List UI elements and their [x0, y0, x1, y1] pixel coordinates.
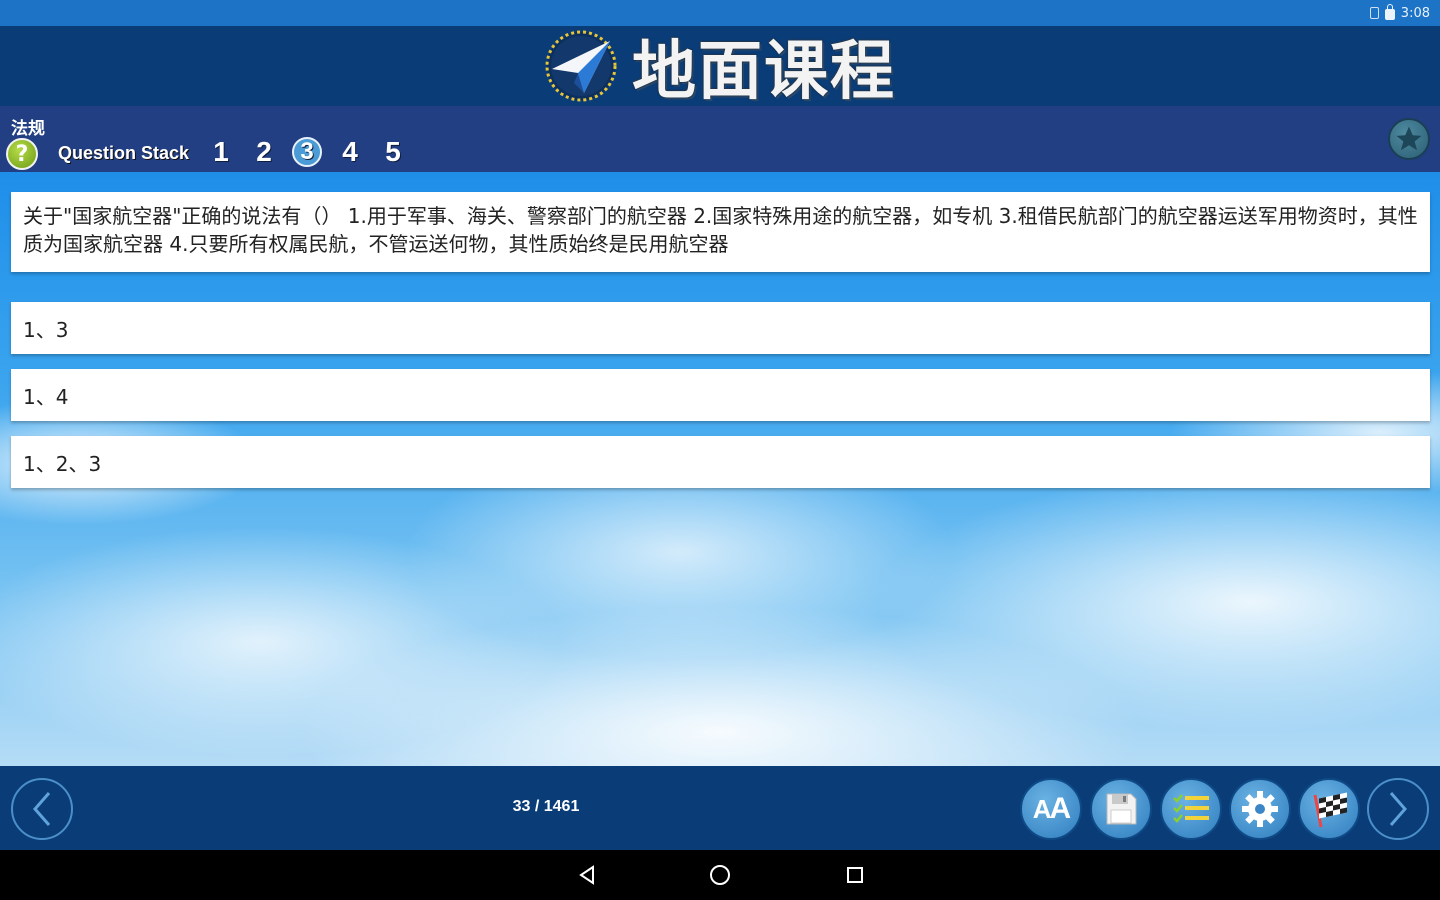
floppy-disk-icon — [1106, 793, 1137, 825]
sim-card-icon — [1369, 7, 1379, 19]
question-stack: 1 2 3 4 5 — [206, 136, 408, 168]
page-counter: 33 / 1461 — [512, 798, 580, 815]
answer-option-1[interactable]: 1、3 — [11, 302, 1430, 354]
help-icon[interactable]: ? — [6, 138, 38, 170]
checklist-icon — [1173, 794, 1209, 823]
system-recents-button[interactable] — [842, 862, 868, 888]
question-number-5[interactable]: 5 — [378, 136, 408, 168]
question-number-4[interactable]: 4 — [335, 136, 365, 168]
category-label: 法规 — [11, 119, 45, 139]
app-header: 地面课程 — [0, 26, 1440, 109]
system-navigation-bar — [0, 850, 1440, 900]
question-text: 关于"国家航空器"正确的说法有（） 1.用于军事、海关、警察部门的航空器 2.国… — [11, 192, 1430, 272]
square-recents-icon — [847, 867, 863, 883]
question-number-2[interactable]: 2 — [249, 136, 279, 168]
answer-option-2[interactable]: 1、4 — [11, 369, 1430, 421]
chevron-left-icon — [33, 792, 51, 826]
question-stack-label: Question Stack — [58, 143, 190, 163]
answer-option-3[interactable]: 1、2、3 — [11, 436, 1430, 488]
settings-button[interactable] — [1229, 778, 1291, 840]
font-size-icon: AA — [1032, 792, 1071, 825]
app-title: 地面课程 — [632, 35, 896, 109]
paper-plane-logo-icon — [545, 30, 617, 102]
question-number-3-active[interactable]: 3 — [292, 137, 322, 167]
status-time: 3:08 — [1400, 5, 1430, 21]
question-number-1[interactable]: 1 — [206, 136, 236, 168]
favorite-star-button[interactable] — [1388, 118, 1430, 160]
circle-home-icon — [710, 865, 730, 885]
gear-icon — [1242, 791, 1278, 827]
star-icon — [1396, 126, 1422, 151]
system-home-button[interactable] — [707, 862, 733, 888]
system-back-button[interactable] — [574, 862, 600, 888]
next-question-button[interactable] — [1367, 778, 1429, 840]
lock-icon — [1384, 4, 1395, 20]
chevron-right-icon — [1389, 792, 1407, 826]
save-button[interactable] — [1090, 778, 1152, 840]
triangle-back-icon — [579, 865, 594, 885]
previous-question-button[interactable] — [11, 778, 73, 840]
font-size-button[interactable]: AA — [1020, 778, 1082, 840]
finish-exam-button[interactable] — [1298, 778, 1360, 840]
bottom-toolbar: 33 / 1461 AA — [0, 766, 1440, 850]
checkered-flag-icon — [1313, 792, 1347, 828]
question-list-button[interactable] — [1160, 778, 1222, 840]
